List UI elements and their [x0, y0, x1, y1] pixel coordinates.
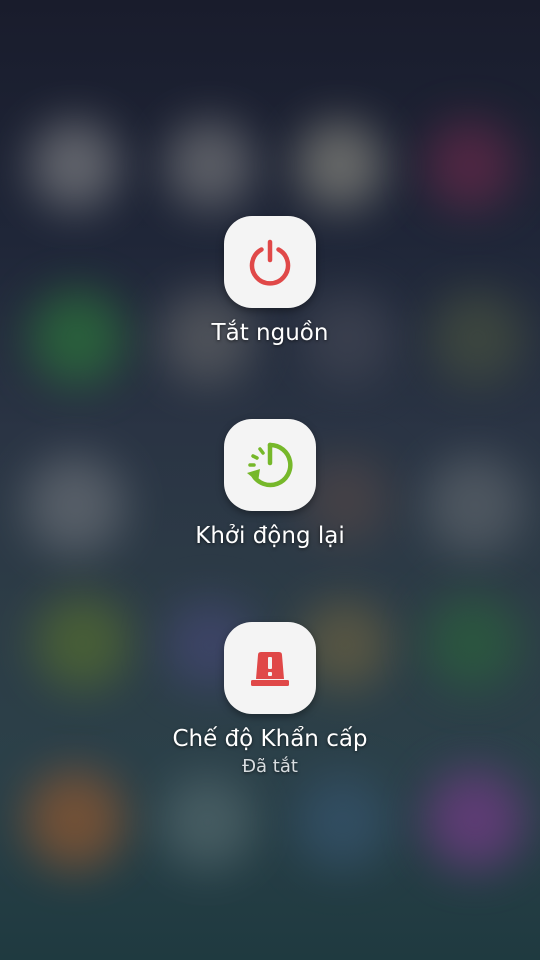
restart-option[interactable]: Khởi động lại: [0, 419, 540, 551]
emergency-mode-status: Đã tắt: [242, 756, 298, 777]
restart-button[interactable]: [224, 419, 316, 511]
emergency-mode-label: Chế độ Khẩn cấp: [172, 726, 368, 752]
blurred-app-icon: [295, 775, 390, 870]
power-off-button[interactable]: [224, 216, 316, 308]
blurred-app-icon: [425, 120, 515, 210]
restart-label: Khởi động lại: [195, 523, 345, 549]
blurred-app-icon: [425, 770, 525, 870]
blurred-app-icon: [295, 120, 385, 210]
restart-icon: [247, 442, 293, 488]
power-off-option[interactable]: Tắt nguồn: [0, 216, 540, 348]
blurred-app-icon: [25, 770, 125, 870]
power-off-label: Tắt nguồn: [211, 320, 329, 346]
blurred-app-icon: [165, 120, 255, 210]
power-icon: [249, 239, 291, 286]
blurred-app-icon: [160, 775, 255, 870]
emergency-siren-icon: [251, 652, 289, 686]
blurred-app-icon: [30, 120, 120, 210]
emergency-mode-button[interactable]: [224, 622, 316, 714]
emergency-mode-option[interactable]: Chế độ Khẩn cấp Đã tắt: [0, 622, 540, 778]
